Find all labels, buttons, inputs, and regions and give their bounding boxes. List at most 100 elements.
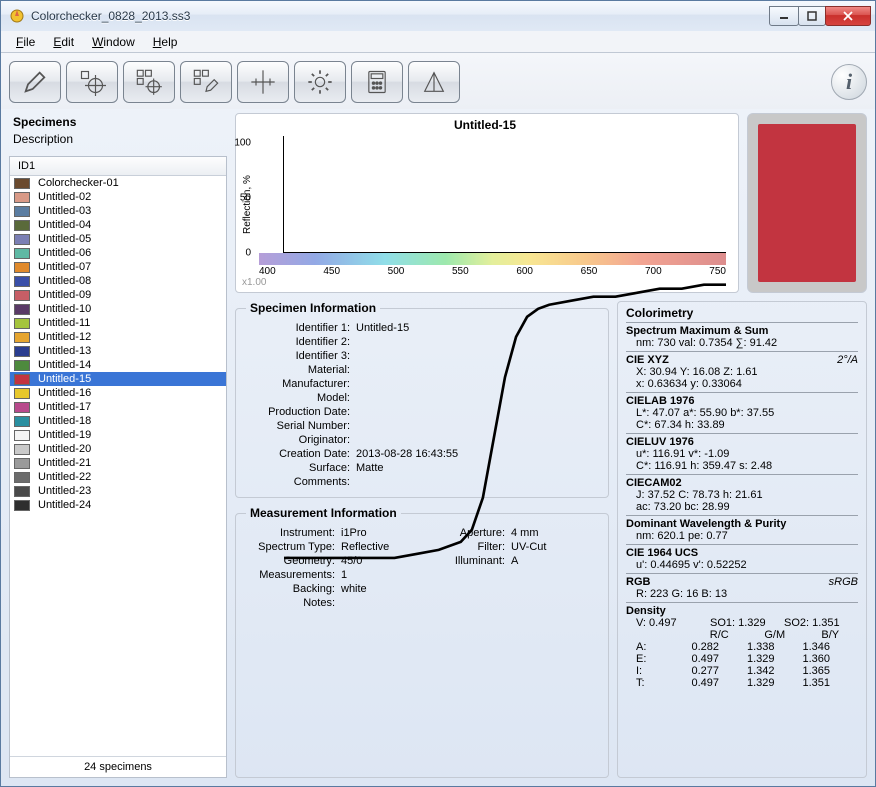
item-label: Untitled-18: [38, 415, 91, 427]
value: 1.338: [747, 641, 803, 653]
list-item[interactable]: Untitled-19: [10, 428, 226, 442]
col-head: B/Y: [803, 629, 859, 641]
swatch-icon: [14, 262, 30, 273]
list-item[interactable]: Untitled-09: [10, 288, 226, 302]
list-item[interactable]: Untitled-21: [10, 456, 226, 470]
item-label: Untitled-03: [38, 205, 91, 217]
list-item[interactable]: Untitled-05: [10, 232, 226, 246]
column-header[interactable]: ID1: [10, 157, 226, 176]
value: SO1: 1.329: [710, 617, 784, 629]
spectrum-bar: [259, 253, 726, 265]
value: SO2: 1.351: [784, 617, 858, 629]
list-item[interactable]: Untitled-24: [10, 498, 226, 512]
item-label: Untitled-13: [38, 345, 91, 357]
col-head: [636, 629, 692, 641]
label: [436, 583, 511, 595]
specimen-count: 24 specimens: [10, 756, 226, 777]
value: [341, 597, 436, 609]
swatch-icon: [14, 318, 30, 329]
xtick: 400: [259, 266, 276, 277]
list-item[interactable]: Untitled-03: [10, 204, 226, 218]
value: 1.351: [803, 677, 859, 689]
list-item[interactable]: Untitled-12: [10, 330, 226, 344]
list-item[interactable]: Untitled-18: [10, 414, 226, 428]
swatch-icon: [14, 416, 30, 427]
item-label: Colorchecker-01: [38, 177, 119, 189]
value: [511, 597, 598, 609]
minimize-button[interactable]: [769, 6, 799, 26]
item-label: Untitled-19: [38, 429, 91, 441]
item-label: Untitled-20: [38, 443, 91, 455]
close-button[interactable]: [825, 6, 871, 26]
swatch-icon: [14, 276, 30, 287]
list-item[interactable]: Untitled-22: [10, 470, 226, 484]
item-label: Untitled-02: [38, 191, 91, 203]
label: [436, 597, 511, 609]
swatch-icon: [14, 374, 30, 385]
tool-calculator-button[interactable]: [351, 61, 403, 103]
list-item[interactable]: Untitled-07: [10, 260, 226, 274]
list-body[interactable]: Colorchecker-01Untitled-02Untitled-03Unt…: [10, 176, 226, 756]
menu-edit[interactable]: Edit: [44, 33, 83, 51]
window-title: Colorchecker_0828_2013.ss3: [31, 9, 770, 23]
tool-grid-target-button[interactable]: [123, 61, 175, 103]
value: 0.497: [692, 653, 748, 665]
value: [511, 583, 598, 595]
item-label: Untitled-06: [38, 247, 91, 259]
tool-target-button[interactable]: [66, 61, 118, 103]
list-item[interactable]: Untitled-13: [10, 344, 226, 358]
item-label: Untitled-17: [38, 401, 91, 413]
value: V: 0.497: [636, 617, 710, 629]
item-label: Untitled-08: [38, 275, 91, 287]
item-label: Untitled-15: [38, 373, 91, 385]
item-label: Untitled-12: [38, 331, 91, 343]
item-label: Untitled-23: [38, 485, 91, 497]
value: 1.329: [747, 653, 803, 665]
plot-area: [283, 136, 726, 253]
tool-sun-button[interactable]: [294, 61, 346, 103]
tool-grid-edit-button[interactable]: [180, 61, 232, 103]
swatch-icon: [14, 220, 30, 231]
list-item[interactable]: Untitled-15: [10, 372, 226, 386]
menu-window[interactable]: Window: [83, 33, 144, 51]
info-button[interactable]: i: [831, 64, 867, 100]
swatch-icon: [14, 178, 30, 189]
titlebar[interactable]: Colorchecker_0828_2013.ss3: [1, 1, 875, 31]
list-item[interactable]: Untitled-17: [10, 400, 226, 414]
item-label: Untitled-09: [38, 289, 91, 301]
section-density: Density: [626, 605, 858, 617]
swatch-icon: [14, 402, 30, 413]
swatch-icon: [14, 346, 30, 357]
data-curve: [284, 136, 726, 578]
list-item[interactable]: Untitled-14: [10, 358, 226, 372]
value: 0.497: [692, 677, 748, 689]
swatch-icon: [14, 430, 30, 441]
swatch-icon: [14, 234, 30, 245]
list-item[interactable]: Untitled-08: [10, 274, 226, 288]
maximize-button[interactable]: [798, 6, 826, 26]
tool-edit-button[interactable]: [9, 61, 61, 103]
specimens-header: Specimens: [9, 113, 227, 131]
swatch-icon: [14, 486, 30, 497]
tool-peak-button[interactable]: [408, 61, 460, 103]
value: 1.365: [803, 665, 859, 677]
ytick: 100: [235, 137, 251, 148]
list-item[interactable]: Untitled-06: [10, 246, 226, 260]
tool-crosshair-button[interactable]: [237, 61, 289, 103]
value: 1.329: [747, 677, 803, 689]
col-head: G/M: [747, 629, 803, 641]
list-item[interactable]: Untitled-20: [10, 442, 226, 456]
menu-help[interactable]: Help: [144, 33, 187, 51]
value: I:: [636, 665, 692, 677]
label: Backing:: [246, 583, 341, 595]
list-item[interactable]: Colorchecker-01: [10, 176, 226, 190]
menu-file[interactable]: File: [7, 33, 44, 51]
list-item[interactable]: Untitled-10: [10, 302, 226, 316]
list-item[interactable]: Untitled-04: [10, 218, 226, 232]
list-item[interactable]: Untitled-11: [10, 316, 226, 330]
item-label: Untitled-14: [38, 359, 91, 371]
list-item[interactable]: Untitled-02: [10, 190, 226, 204]
list-item[interactable]: Untitled-16: [10, 386, 226, 400]
list-item[interactable]: Untitled-23: [10, 484, 226, 498]
description-label: Description: [9, 131, 227, 152]
